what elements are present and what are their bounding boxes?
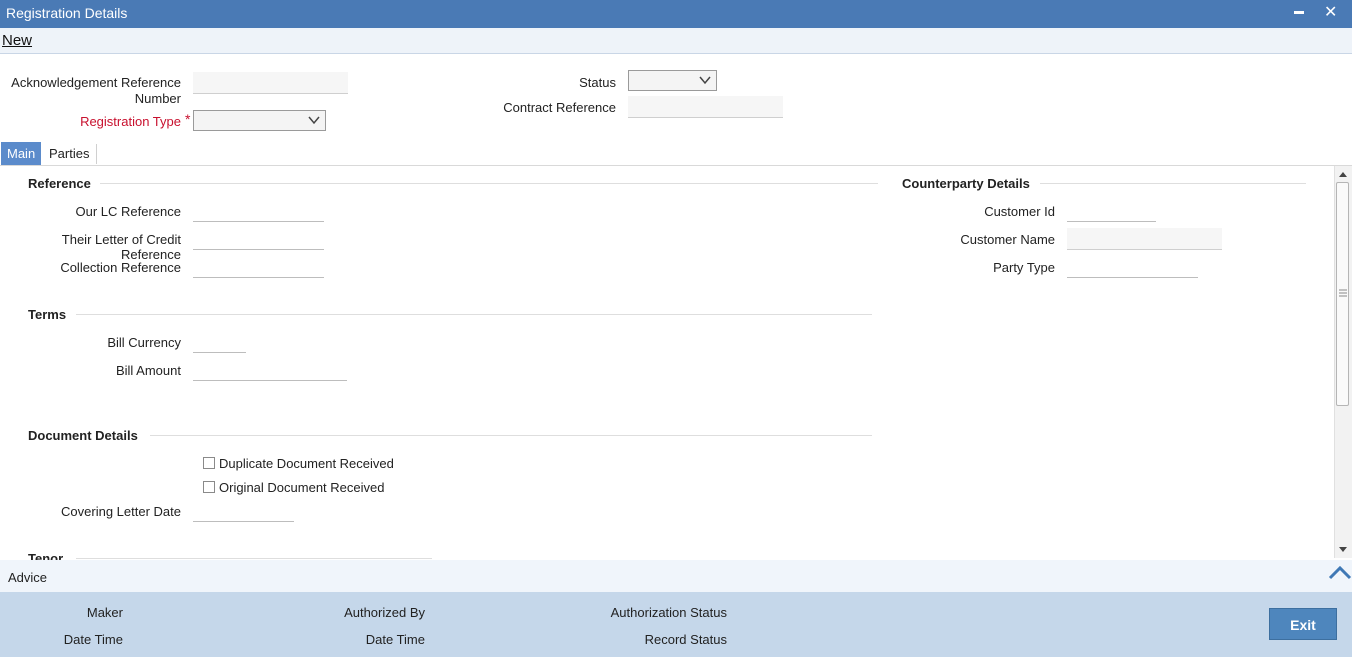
scroll-up-icon[interactable] [1338, 170, 1348, 178]
date-time-label: Date Time [63, 632, 123, 647]
contract-reference-label: Contract Reference [503, 100, 616, 115]
authorized-by-label: Authorized By [344, 605, 425, 620]
chevron-down-icon [307, 113, 321, 130]
reference-divider [100, 183, 878, 184]
chevron-down-icon [698, 73, 712, 90]
scroll-down-icon[interactable] [1338, 546, 1348, 554]
tenor-section-title: Tenor [28, 551, 64, 560]
our-lc-reference-input[interactable] [193, 202, 324, 222]
contract-reference-input[interactable] [628, 96, 783, 118]
advice-bar: Advice [0, 560, 1352, 592]
party-type-label: Party Type [993, 260, 1055, 275]
our-lc-reference-label: Our LC Reference [75, 204, 182, 219]
covering-letter-date-input[interactable] [193, 502, 294, 522]
customer-name-input[interactable] [1067, 228, 1222, 250]
toolbar: New [0, 28, 1352, 54]
record-status-label: Record Status [644, 632, 727, 647]
duplicate-document-checkbox[interactable] [203, 457, 215, 469]
minimize-icon[interactable]: ▬ [1294, 6, 1304, 17]
required-mark: * [185, 111, 191, 127]
bill-currency-input[interactable] [193, 333, 246, 353]
exit-button[interactable]: Exit [1269, 608, 1337, 640]
duplicate-document-label: Duplicate Document Received [219, 456, 394, 471]
original-document-checkbox[interactable] [203, 481, 215, 493]
ack-ref-input[interactable] [193, 72, 348, 94]
status-label: Status [579, 75, 616, 90]
party-type-input[interactable] [1067, 258, 1198, 278]
their-lc-reference-input[interactable] [193, 230, 324, 250]
their-lc-reference-label: Their Letter of Credit Reference [61, 232, 181, 262]
tenor-clip: Tenor [0, 548, 1334, 560]
tab-separator [96, 144, 97, 164]
customer-name-label: Customer Name [960, 232, 1055, 247]
terms-section-title: Terms [28, 307, 67, 322]
audit-footer: Maker Date Time Authorized By Date Time … [0, 592, 1352, 657]
window-titlebar: Registration Details ▬ ✕ [0, 0, 1352, 28]
tab-main[interactable]: Main [1, 142, 42, 166]
collection-reference-label: Collection Reference [60, 260, 181, 275]
tab-underline [0, 165, 1352, 166]
bill-currency-label: Bill Currency [107, 335, 181, 350]
window-title: Registration Details [6, 5, 128, 21]
customer-id-label: Customer Id [984, 204, 1055, 219]
registration-type-select[interactable] [193, 110, 326, 131]
ack-ref-label-line2: Number [134, 91, 181, 106]
auth-date-time-label: Date Time [365, 632, 425, 647]
collection-reference-input[interactable] [193, 258, 324, 278]
counterparty-divider [1040, 183, 1306, 184]
advice-link[interactable]: Advice [8, 570, 47, 585]
close-icon[interactable]: ✕ [1324, 2, 1337, 22]
terms-divider [76, 314, 872, 315]
maker-label: Maker [86, 605, 123, 620]
tenor-divider [76, 558, 432, 559]
counterparty-section-title: Counterparty Details [902, 176, 1030, 191]
document-details-divider [150, 435, 872, 436]
scrollbar-thumb[interactable] [1336, 182, 1349, 406]
covering-letter-date-label: Covering Letter Date [61, 504, 181, 519]
chevron-up-icon[interactable] [1328, 564, 1352, 580]
reference-section-title: Reference [28, 176, 91, 191]
registration-type-label: Registration Type [80, 114, 181, 129]
document-details-section-title: Document Details [28, 428, 138, 443]
grip-icon [1339, 289, 1347, 297]
original-document-label: Original Document Received [219, 480, 385, 495]
new-link[interactable]: New [2, 32, 32, 49]
bill-amount-input[interactable] [193, 361, 347, 381]
authorization-status-label: Authorization Status [610, 605, 727, 620]
tab-parties[interactable]: Parties [43, 142, 95, 166]
status-select[interactable] [628, 70, 717, 91]
ack-ref-label: Acknowledgement Reference [11, 75, 181, 90]
customer-id-input[interactable] [1067, 202, 1156, 222]
bill-amount-label: Bill Amount [115, 363, 181, 378]
